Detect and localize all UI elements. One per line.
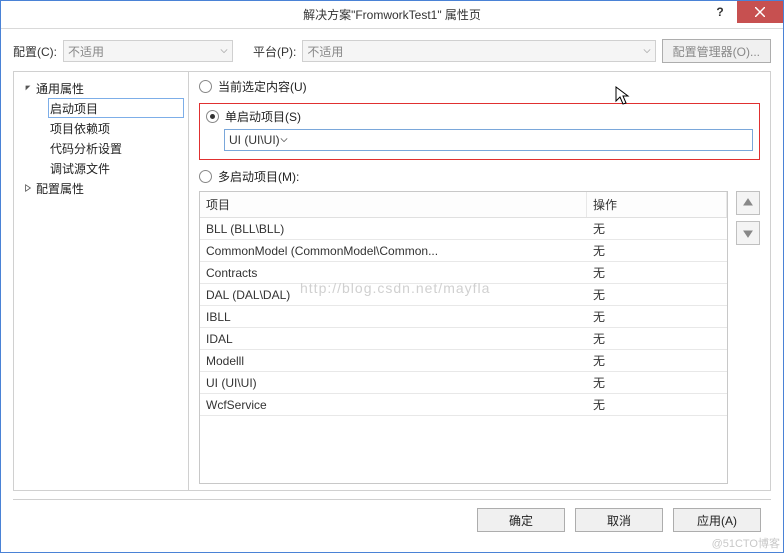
radio-icon[interactable] (199, 170, 212, 183)
radio-icon[interactable] (206, 110, 219, 123)
ok-button[interactable]: 确定 (477, 508, 565, 532)
radio-current-selection[interactable]: 当前选定内容(U) (199, 78, 760, 95)
config-dropdown: 不适用 (63, 40, 233, 62)
blog-mark: @51CTO博客 (712, 535, 780, 551)
move-down-button[interactable] (736, 221, 760, 245)
cancel-button[interactable]: 取消 (575, 508, 663, 532)
table-row[interactable]: Modelll无 (200, 350, 727, 372)
sidebar-item[interactable]: 代码分析设置 (48, 138, 184, 158)
close-button[interactable] (737, 1, 783, 23)
platform-label: 平台(P): (253, 43, 296, 60)
sidebar: 通用属性 启动项目项目依赖项代码分析设置调试源文件 配置属性 (14, 72, 189, 490)
expander-closed-icon[interactable] (22, 184, 34, 192)
help-button[interactable]: ? (703, 1, 737, 23)
config-manager-button[interactable]: 配置管理器(O)... (662, 39, 771, 63)
column-header-project[interactable]: 项目 (200, 192, 587, 217)
table-row[interactable]: DAL (DAL\DAL)无 (200, 284, 727, 306)
sidebar-item[interactable]: 项目依赖项 (48, 118, 184, 138)
expander-open-icon[interactable] (22, 84, 34, 92)
table-row[interactable]: IBLL无 (200, 306, 727, 328)
apply-button[interactable]: 应用(A) (673, 508, 761, 532)
titlebar[interactable]: 解决方案"FromworkTest1" 属性页 ? (1, 1, 783, 29)
config-label: 配置(C): (13, 43, 57, 60)
table-row[interactable]: CommonModel (CommonModel\Common...无 (200, 240, 727, 262)
table-row[interactable]: UI (UI\UI)无 (200, 372, 727, 394)
tree-node-config[interactable]: 配置属性 (18, 178, 184, 198)
table-row[interactable]: Contracts无 (200, 262, 727, 284)
table-row[interactable]: IDAL无 (200, 328, 727, 350)
radio-icon[interactable] (199, 80, 212, 93)
chevron-down-icon (643, 44, 651, 58)
sidebar-item[interactable]: 调试源文件 (48, 158, 184, 178)
radio-single-startup[interactable]: 单启动项目(S) (206, 108, 753, 125)
chevron-down-icon (280, 133, 288, 147)
single-startup-group: 单启动项目(S) UI (UI\UI) (199, 103, 760, 160)
chevron-down-icon (220, 44, 228, 58)
single-startup-dropdown[interactable]: UI (UI\UI) (224, 129, 753, 151)
sidebar-item[interactable]: 启动项目 (48, 98, 184, 118)
platform-dropdown: 不适用 (302, 40, 655, 62)
radio-multi-startup[interactable]: 多启动项目(M): (199, 168, 760, 185)
projects-table: 项目 操作 BLL (BLL\BLL)无CommonModel (CommonM… (199, 191, 728, 484)
tree-node-common[interactable]: 通用属性 (18, 78, 184, 98)
move-up-button[interactable] (736, 191, 760, 215)
table-row[interactable]: WcfService无 (200, 394, 727, 416)
table-row[interactable]: BLL (BLL\BLL)无 (200, 218, 727, 240)
column-header-action[interactable]: 操作 (587, 192, 727, 217)
window-title: 解决方案"FromworkTest1" 属性页 (1, 6, 783, 23)
